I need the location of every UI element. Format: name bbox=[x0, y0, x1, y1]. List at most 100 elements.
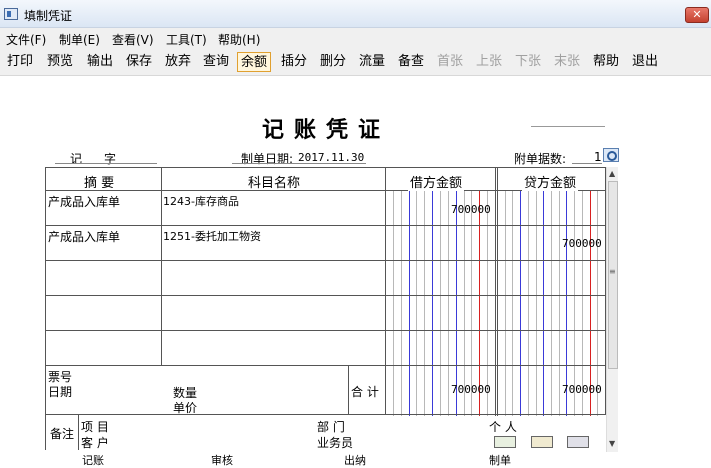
amount-grid-line bbox=[416, 190, 418, 416]
ticket-date-label: 日期 bbox=[48, 385, 73, 399]
header-account: 科目名称 bbox=[248, 176, 301, 191]
menu-view[interactable]: 查看(V) bbox=[112, 31, 154, 48]
bookkeeping-label: 记账 bbox=[82, 454, 104, 467]
amount-grid-line bbox=[504, 190, 506, 416]
header-debit: 借方金额 bbox=[408, 172, 465, 191]
entry-credit[interactable]: 700000 bbox=[562, 237, 602, 250]
toolbar: 打印 预览 输出 保存 放弃 查询 余额 插分 删分 流量 备查 首张 上张 下… bbox=[0, 48, 711, 76]
col-divider bbox=[497, 168, 498, 416]
menu-file[interactable]: 文件(F) bbox=[6, 31, 46, 48]
header-credit: 贷方金额 bbox=[522, 172, 579, 191]
query-button[interactable]: 查询 bbox=[200, 52, 232, 72]
amount-grid-line bbox=[440, 190, 441, 416]
export-button[interactable]: 输出 bbox=[84, 52, 116, 72]
menu-tools[interactable]: 工具(T) bbox=[166, 31, 207, 48]
footer-divider bbox=[46, 365, 605, 366]
last-button[interactable]: 末张 bbox=[551, 52, 583, 72]
entry-debit[interactable]: 700000 bbox=[451, 203, 491, 216]
folder-icon[interactable] bbox=[531, 436, 553, 448]
total-debit: 700000 bbox=[451, 383, 491, 396]
header-summary: 摘 要 bbox=[84, 176, 115, 191]
remarks-left-line bbox=[45, 414, 46, 450]
entry-account[interactable]: 1243-库存商品 bbox=[163, 193, 239, 209]
help-button[interactable]: 帮助 bbox=[590, 52, 622, 72]
review-label: 审核 bbox=[211, 454, 233, 467]
salesperson-label[interactable]: 业务员 bbox=[317, 434, 353, 451]
footer-col-divider bbox=[348, 365, 349, 415]
amount-grid-line bbox=[408, 190, 410, 416]
amount-grid-line bbox=[520, 190, 522, 416]
amount-grid-line bbox=[543, 190, 545, 416]
menu-bar: 文件(F) 制单(E) 查看(V) 工具(T) 帮助(H) bbox=[0, 28, 711, 48]
menu-voucher[interactable]: 制单(E) bbox=[59, 31, 100, 48]
remarks-divider bbox=[78, 414, 79, 450]
row-divider bbox=[46, 225, 605, 226]
department-label[interactable]: 部 门 bbox=[317, 418, 345, 435]
voucher-type-underline bbox=[55, 163, 157, 164]
row-divider bbox=[46, 295, 605, 296]
balance-button[interactable]: 余额 bbox=[237, 52, 271, 72]
first-button[interactable]: 首张 bbox=[434, 52, 466, 72]
delete-entry-button[interactable]: 删分 bbox=[317, 52, 349, 72]
amount-grid-line bbox=[535, 190, 537, 416]
amount-grid-line bbox=[424, 190, 426, 416]
entry-summary[interactable]: 产成品入库单 bbox=[48, 193, 120, 210]
cashflow-button[interactable]: 流量 bbox=[356, 52, 388, 72]
memo-button[interactable]: 备查 bbox=[395, 52, 427, 72]
discard-button[interactable]: 放弃 bbox=[162, 52, 194, 72]
voucher-table: 摘 要 科目名称 借方金额 贷方金额 产成品入库单 1243-库存商品 7000… bbox=[45, 167, 606, 416]
window-title: 填制凭证 bbox=[24, 9, 73, 23]
remarks-top-line bbox=[45, 414, 606, 415]
amount-grid-line bbox=[447, 190, 449, 416]
attachment-search-icon[interactable] bbox=[603, 148, 619, 162]
col-divider bbox=[495, 168, 496, 416]
maker-label: 制单 bbox=[489, 454, 511, 467]
col-divider bbox=[385, 168, 386, 366]
voucher-title: 记账凭证 bbox=[262, 117, 391, 143]
amount-grid-line bbox=[512, 190, 514, 416]
project-label[interactable]: 项 目 bbox=[81, 418, 109, 435]
attachment-underline bbox=[572, 163, 602, 164]
scroll-up-icon[interactable]: ▲ bbox=[609, 169, 615, 178]
cashier-label: 出纳 bbox=[344, 454, 366, 467]
amount-grid-line bbox=[392, 190, 394, 416]
remarks-label: 备注 bbox=[50, 427, 75, 441]
date-underline bbox=[232, 163, 366, 164]
exit-button[interactable]: 退出 bbox=[629, 52, 661, 72]
attachment-label: 附单据数: bbox=[514, 152, 567, 166]
attachment-count[interactable]: 1 bbox=[594, 150, 602, 164]
customer-label[interactable]: 客 户 bbox=[81, 434, 109, 451]
vertical-scrollbar[interactable]: ▲ ≡ ▼ bbox=[606, 167, 618, 452]
total-label: 合 计 bbox=[351, 385, 379, 399]
title-bar: 填制凭证 ✕ bbox=[0, 0, 711, 28]
amount-grid-line bbox=[400, 190, 402, 416]
prev-button[interactable]: 上张 bbox=[473, 52, 505, 72]
insert-entry-button[interactable]: 插分 bbox=[278, 52, 310, 72]
total-credit: 700000 bbox=[562, 383, 602, 396]
save-button[interactable]: 保存 bbox=[123, 52, 155, 72]
person-label[interactable]: 个 人 bbox=[489, 418, 517, 435]
print-button[interactable]: 打印 bbox=[4, 52, 36, 72]
voucher-zi-label: 字 bbox=[104, 152, 117, 166]
next-button[interactable]: 下张 bbox=[512, 52, 544, 72]
card-icon[interactable] bbox=[494, 436, 516, 448]
amount-grid-line bbox=[558, 190, 560, 416]
app-icon bbox=[4, 8, 18, 20]
title-underline bbox=[531, 126, 605, 127]
amount-grid-line bbox=[551, 190, 552, 416]
preview-button[interactable]: 预览 bbox=[44, 52, 76, 72]
scroll-grip-icon: ≡ bbox=[609, 267, 616, 276]
amount-grid-line bbox=[432, 190, 434, 416]
date-label: 制单日期: bbox=[241, 152, 294, 166]
amount-grid-line bbox=[527, 190, 529, 416]
voucher-type[interactable]: 记 bbox=[70, 150, 82, 167]
col-divider bbox=[161, 168, 162, 366]
entry-account[interactable]: 1251-委托加工物资 bbox=[163, 228, 261, 244]
close-button[interactable]: ✕ bbox=[685, 7, 709, 23]
edit-icon[interactable] bbox=[567, 436, 589, 448]
row-divider bbox=[46, 260, 605, 261]
scroll-down-icon[interactable]: ▼ bbox=[609, 439, 615, 448]
footer-col-divider bbox=[385, 365, 386, 415]
entry-summary[interactable]: 产成品入库单 bbox=[48, 228, 120, 245]
menu-help[interactable]: 帮助(H) bbox=[218, 31, 260, 48]
